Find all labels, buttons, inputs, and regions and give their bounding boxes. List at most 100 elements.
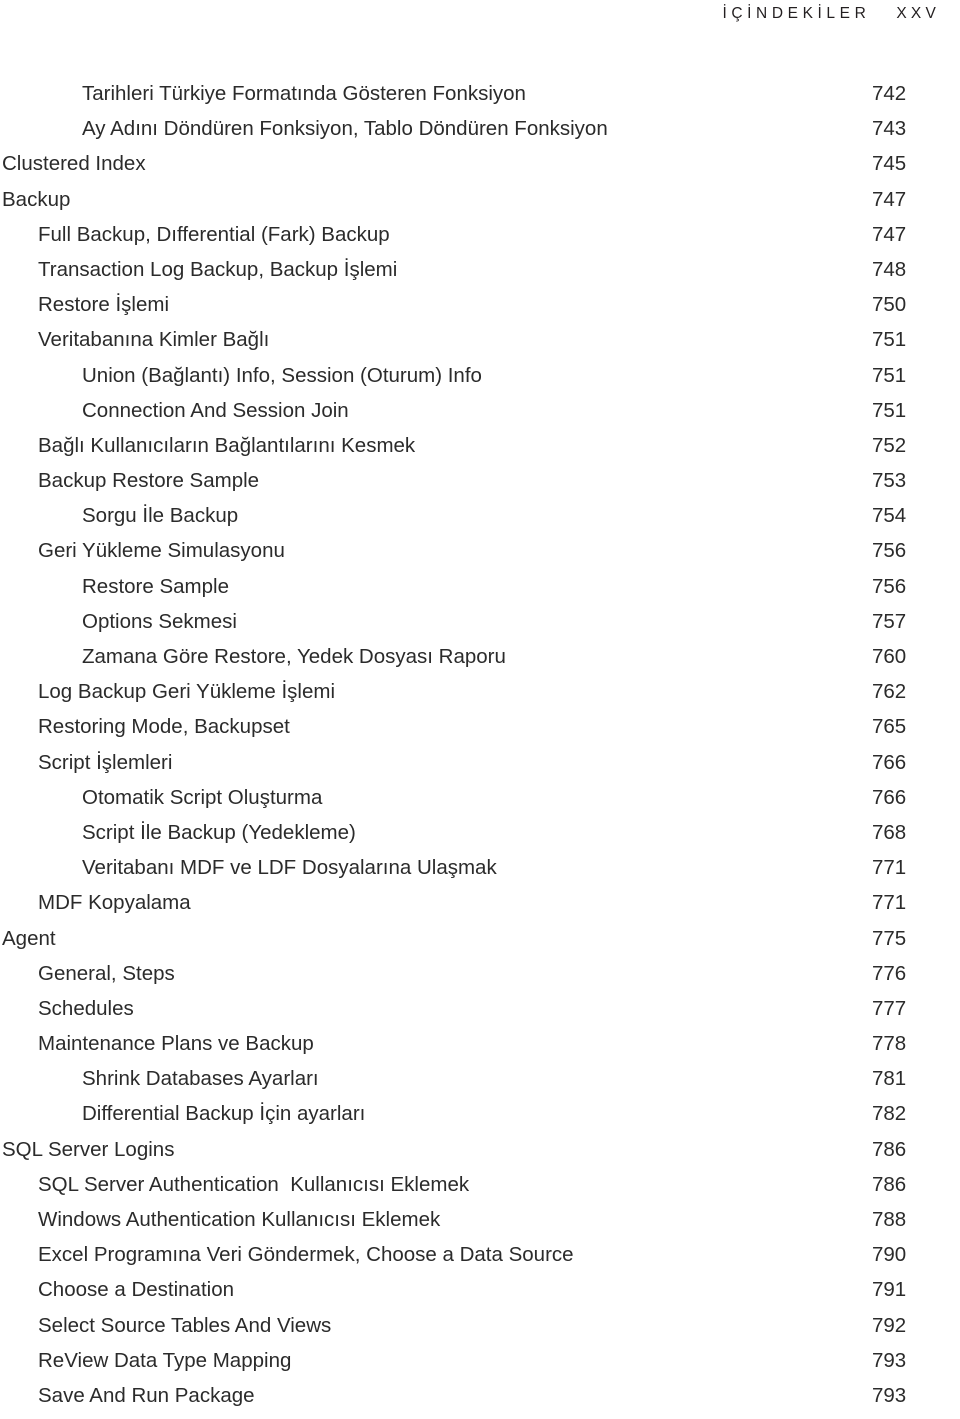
toc-entry[interactable]: Windows Authentication Kullanıcısı Eklem…: [0, 1208, 960, 1243]
toc-entry-page-number: 778: [872, 1032, 907, 1056]
toc-entry[interactable]: Restoring Mode, Backupset 765: [0, 715, 960, 750]
toc-entry-title: Agent: [2, 926, 56, 950]
toc-entry-title: Zamana Göre Restore, Yedek Dosyası Rapor…: [82, 645, 506, 668]
toc-entry[interactable]: Choose a Destination 791: [0, 1278, 960, 1313]
toc-entry[interactable]: General, Steps 776: [0, 962, 960, 997]
toc-entry[interactable]: Save And Run Package 793: [0, 1384, 960, 1419]
toc-entry-page-number: 786: [872, 1137, 907, 1161]
toc-entry-title: Script İle Backup (Yedekleme): [82, 820, 356, 844]
toc-entry-page-number: 756: [872, 574, 907, 598]
toc-entry[interactable]: Agent 775: [0, 927, 960, 962]
toc-entry[interactable]: Clustered Index 745: [0, 152, 960, 187]
toc-entry[interactable]: SQL Server Authentication Kullanıcısı Ek…: [0, 1173, 960, 1208]
toc-entry-title: Excel Programına Veri Göndermek, Choose …: [38, 1243, 574, 1267]
toc-entry-title: SQL Server Logins: [2, 1137, 175, 1161]
toc-entry[interactable]: Script İşlemleri 766: [0, 751, 960, 786]
toc-entry-title: Sorgu İle Backup: [82, 504, 239, 528]
toc-entry-title: Veritabanına Kimler Bağlı: [38, 328, 270, 352]
toc-entry-title: Union (Bağlantı) Info, Session (Oturum) …: [82, 363, 482, 387]
toc-entry[interactable]: Connection And Session Join 751: [0, 399, 960, 434]
toc-entry-title: Log Backup Geri Yükleme İşlemi: [38, 680, 336, 704]
toc-entry-title: Geri Yükleme Simulasyonu: [38, 539, 285, 563]
toc-entry-title: Schedules: [38, 996, 134, 1020]
toc-entry[interactable]: Ay Adını Döndüren Fonksiyon, Tablo Döndü…: [0, 117, 960, 152]
toc-entry[interactable]: Restore Sample 756: [0, 575, 960, 610]
toc-entry-title: Choose a Destination: [38, 1278, 235, 1302]
toc-entry-page-number: 788: [872, 1208, 907, 1231]
toc-entry[interactable]: Restore İşlemi 750: [0, 293, 960, 328]
toc-entry[interactable]: Log Backup Geri Yükleme İşlemi 762: [0, 680, 960, 715]
toc-entry-title: MDF Kopyalama: [38, 891, 191, 915]
toc-entry[interactable]: Transaction Log Backup, Backup İşlemi 748: [0, 258, 960, 293]
toc-entry[interactable]: Veritabanı MDF ve LDF Dosyalarına Ulaşma…: [0, 856, 960, 891]
toc-entry-page-number: 768: [872, 820, 907, 844]
toc-entry-page-number: 750: [872, 293, 907, 317]
toc-entry[interactable]: Schedules 777: [0, 997, 960, 1032]
toc-entry-page-number: 753: [872, 469, 907, 493]
page-running-header: İÇİNDEKİLER XXV: [0, 0, 950, 28]
toc-entry-page-number: 748: [872, 257, 907, 281]
toc-entry-page-number: 793: [872, 1383, 907, 1407]
toc-entry-page-number: 766: [872, 785, 907, 809]
toc-entry-title: SQL Server Authentication Kullanıcısı Ek…: [38, 1172, 470, 1196]
toc-entry[interactable]: Script İle Backup (Yedekleme) 768: [0, 821, 960, 856]
toc-entry-title: Options Sekmesi: [82, 609, 237, 633]
toc-entry[interactable]: Tarihleri Türkiye Formatında Gösteren Fo…: [0, 82, 960, 117]
toc-entry-title: Connection And Session Join: [82, 398, 349, 422]
table-of-contents: Tarihleri Türkiye Formatında Gösteren Fo…: [0, 82, 960, 1419]
toc-entry-page-number: 747: [872, 222, 907, 246]
toc-entry-title: Restoring Mode, Backupset: [38, 715, 290, 739]
toc-entry-page-number: 782: [872, 1102, 907, 1126]
toc-entry[interactable]: SQL Server Logins 786: [0, 1138, 960, 1173]
toc-entry-page-number: 752: [872, 433, 907, 457]
toc-entry-page-number: 751: [872, 328, 907, 352]
toc-entry[interactable]: Options Sekmesi 757: [0, 610, 960, 645]
toc-entry-title: General, Steps: [38, 961, 175, 985]
toc-entry[interactable]: Backup 747: [0, 188, 960, 223]
toc-entry-title: Clustered Index: [2, 152, 146, 176]
toc-entry[interactable]: Excel Programına Veri Göndermek, Choose …: [0, 1243, 960, 1278]
toc-entry-page-number: 777: [872, 996, 907, 1020]
toc-entry-page-number: 786: [872, 1172, 907, 1196]
toc-entry[interactable]: Select Source Tables And Views 792: [0, 1314, 960, 1349]
toc-entry[interactable]: MDF Kopyalama 771: [0, 891, 960, 926]
toc-entry-title: Veritabanı MDF ve LDF Dosyalarına Ulaşma…: [82, 856, 497, 880]
toc-entry-title: Ay Adını Döndüren Fonksiyon, Tablo Döndü…: [82, 117, 608, 141]
toc-entry-page-number: 793: [872, 1348, 907, 1372]
toc-entry[interactable]: Union (Bağlantı) Info, Session (Oturum) …: [0, 364, 960, 399]
toc-entry-page-number: 756: [872, 539, 907, 563]
toc-entry-page-number: 762: [872, 680, 907, 704]
toc-entry-page-number: 754: [872, 504, 907, 528]
toc-entry-page-number: 776: [872, 961, 907, 985]
toc-entry-page-number: 771: [872, 856, 907, 880]
toc-entry-page-number: 743: [872, 117, 907, 141]
toc-entry-title: Bağlı Kullanıcıların Bağlantılarını Kesm…: [38, 433, 416, 457]
toc-entry-page-number: 792: [872, 1313, 907, 1337]
toc-entry[interactable]: Bağlı Kullanıcıların Bağlantılarını Kesm…: [0, 434, 960, 469]
toc-entry[interactable]: Full Backup, Dıfferential (Fark) Backup 7…: [0, 223, 960, 258]
toc-entry[interactable]: Geri Yükleme Simulasyonu 756: [0, 539, 960, 574]
toc-entry-title: Restore İşlemi: [38, 293, 170, 317]
toc-entry-title: Windows Authentication Kullanıcısı Eklem…: [38, 1208, 441, 1231]
page-number-folio: XXV: [896, 5, 940, 22]
toc-entry[interactable]: ReView Data Type Mapping 793: [0, 1349, 960, 1384]
toc-entry-title: Save And Run Package: [38, 1383, 255, 1407]
toc-entry[interactable]: Backup Restore Sample 753: [0, 469, 960, 504]
toc-entry[interactable]: Sorgu İle Backup 754: [0, 504, 960, 539]
toc-entry[interactable]: Veritabanına Kimler Bağlı 751: [0, 328, 960, 363]
toc-entry-page-number: 760: [872, 645, 907, 668]
toc-entry-title: Shrink Databases Ayarları: [82, 1067, 319, 1091]
toc-entry[interactable]: Zamana Göre Restore, Yedek Dosyası Rapor…: [0, 645, 960, 680]
toc-entry-title: ReView Data Type Mapping: [38, 1348, 292, 1372]
toc-entry[interactable]: Maintenance Plans ve Backup 778: [0, 1032, 960, 1067]
toc-entry[interactable]: Otomatik Script Oluşturma 766: [0, 786, 960, 821]
toc-entry-title: Maintenance Plans ve Backup: [38, 1032, 314, 1056]
page-title: İÇİNDEKİLER: [722, 5, 871, 22]
toc-entry[interactable]: Shrink Databases Ayarları 781: [0, 1067, 960, 1102]
toc-entry-title: Tarihleri Türkiye Formatında Gösteren Fo…: [82, 82, 526, 105]
toc-entry-page-number: 742: [872, 82, 907, 105]
toc-entry-page-number: 766: [872, 750, 907, 774]
toc-entry-page-number: 790: [872, 1243, 907, 1267]
toc-entry[interactable]: Differential Backup İçin ayarları 782: [0, 1102, 960, 1137]
toc-entry-title: Backup Restore Sample: [38, 469, 260, 493]
